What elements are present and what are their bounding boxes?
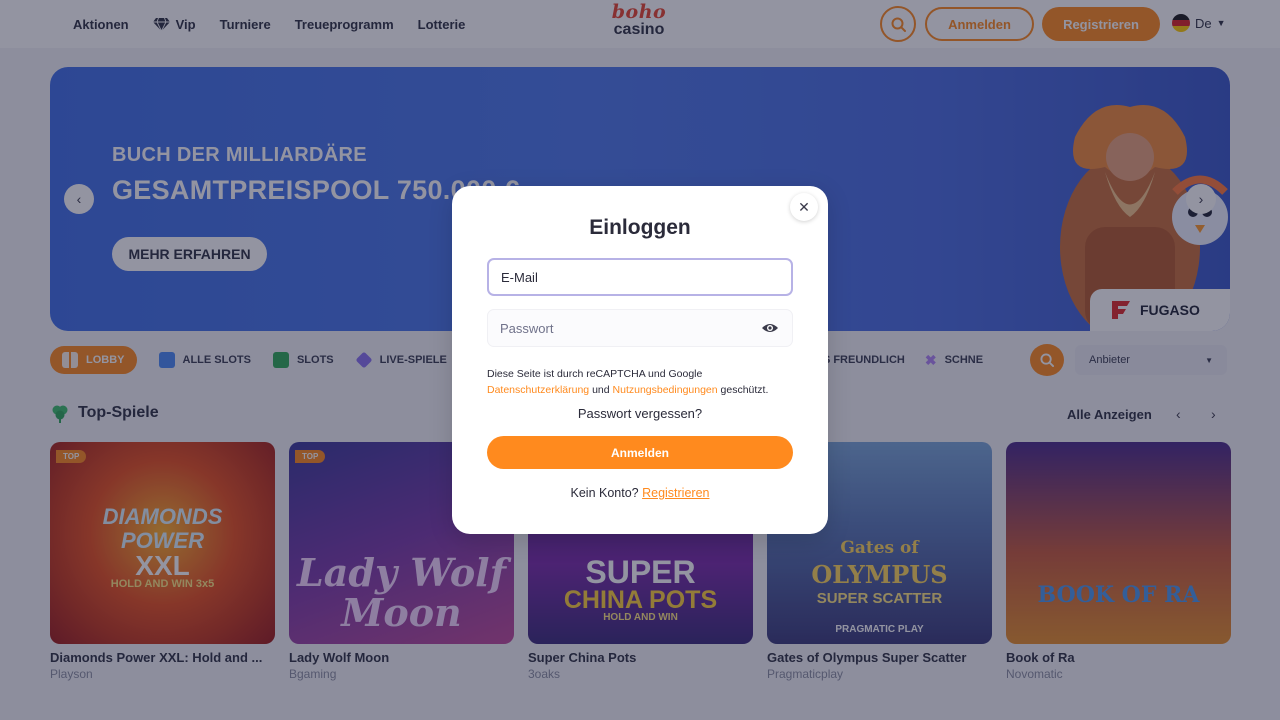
no-account-row: Kein Konto? Registrieren [452,486,828,500]
recaptcha-text: Diese Seite ist durch reCAPTCHA und Goog… [487,368,703,380]
protected-text: geschützt. [720,384,769,396]
no-account-text: Kein Konto? [570,486,639,500]
close-icon: ✕ [798,198,810,215]
email-field[interactable] [487,258,793,296]
and-text: und [592,384,610,396]
register-link[interactable]: Registrieren [642,486,709,500]
login-submit-button[interactable]: Anmelden [487,436,793,469]
forgot-password-link[interactable]: Passwort vergessen? [452,406,828,421]
eye-icon[interactable] [761,320,779,336]
modal-title: Einloggen [589,216,691,239]
recaptcha-notice: Diese Seite ist durch reCAPTCHA und Goog… [487,366,797,398]
login-modal: ✕ Einloggen Diese Seite ist durch reCAPT… [452,186,828,534]
privacy-link[interactable]: Datenschutzerklärung [487,384,589,396]
terms-link[interactable]: Nutzungsbedingungen [613,384,718,396]
password-field[interactable] [487,309,793,347]
